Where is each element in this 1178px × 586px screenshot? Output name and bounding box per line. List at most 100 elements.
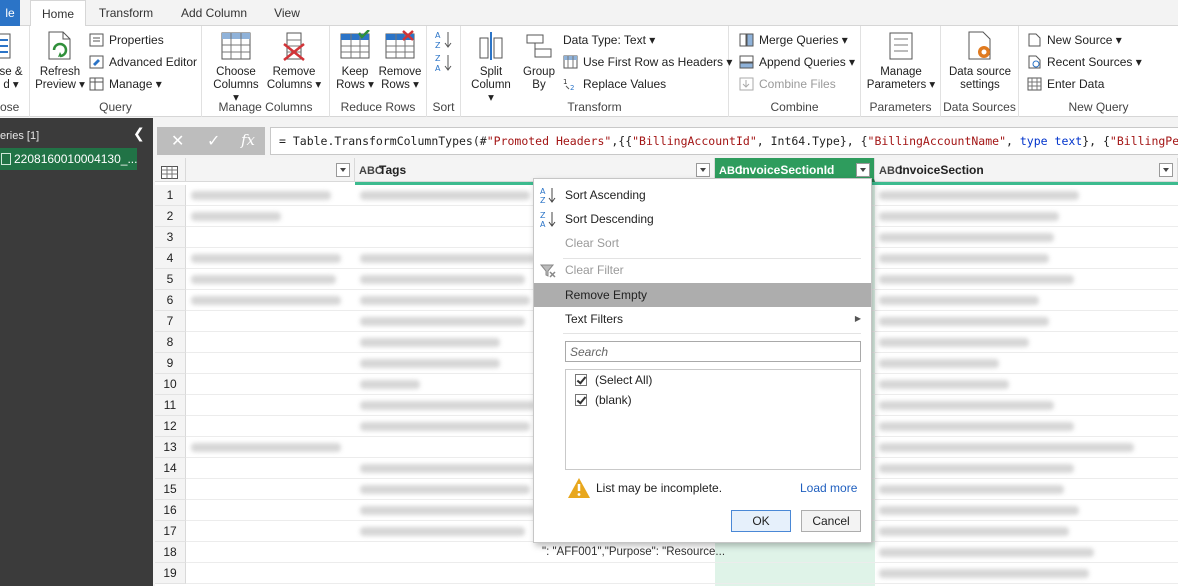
query-list-item[interactable]: 2208160010004130_... [0, 148, 137, 170]
row-number[interactable]: 15 [155, 479, 186, 500]
formula-input[interactable]: = Table.TransformColumnTypes(#"Promoted … [270, 127, 1178, 155]
close-and-load-button[interactable]: se & d ▾ [0, 30, 26, 92]
use-first-row-as-headers-button[interactable]: Use First Row as Headers ▾ [563, 52, 732, 72]
append-queries-button[interactable]: Append Queries ▾ [739, 52, 855, 72]
row-number[interactable]: 8 [155, 332, 186, 353]
data-sources-group: Data source settings Data Sources [941, 26, 1019, 117]
redacted-cell-content [879, 464, 1074, 473]
svg-text:A: A [435, 64, 441, 73]
filter-dropdown-icon[interactable] [856, 163, 870, 177]
cancel-formula-icon[interactable]: ✕ [171, 131, 184, 151]
blank-value-checkbox[interactable]: (blank) [575, 391, 632, 409]
refresh-preview-button[interactable]: Refresh Preview ▾ [34, 30, 86, 92]
filter-dropdown-icon[interactable] [696, 163, 710, 177]
row-number[interactable]: 9 [155, 353, 186, 374]
row-number[interactable]: 14 [155, 458, 186, 479]
collapse-pane-icon[interactable]: ❮ [133, 125, 145, 142]
svg-text:A: A [435, 31, 441, 40]
commit-formula-icon[interactable]: ✓ [207, 131, 220, 151]
recent-sources-button[interactable]: Recent Sources ▾ [1027, 52, 1142, 72]
close-group-label: ose [0, 100, 20, 114]
fx-icon[interactable]: fx [241, 131, 255, 149]
ribbon: se & d ▾ ose Refresh Preview ▾ Propertie… [0, 26, 1178, 117]
row-number[interactable]: 2 [155, 206, 186, 227]
tab-view[interactable]: View [266, 0, 308, 26]
ok-button[interactable]: OK [731, 510, 791, 532]
merge-queries-button[interactable]: Merge Queries ▾ [739, 30, 848, 50]
split-column-label-1: Split [479, 66, 503, 78]
append-queries-label: Append Queries ▾ [759, 55, 856, 69]
select-all-checkbox[interactable]: (Select All) [575, 371, 652, 389]
redacted-cell-content [879, 191, 1079, 200]
row-number[interactable]: 7 [155, 311, 186, 332]
column-header-previous[interactable] [186, 158, 355, 182]
row-number[interactable]: 1 [155, 185, 186, 206]
clear-sort-menu-item[interactable]: Clear Sort [534, 231, 871, 255]
group-by-button[interactable]: Group By [519, 30, 559, 92]
row-number[interactable]: 19 [155, 563, 186, 584]
split-column-button[interactable]: Split Column ▾ [467, 30, 515, 105]
properties-button[interactable]: Properties [89, 30, 164, 50]
redacted-cell-content [191, 443, 341, 452]
redacted-cell-content [879, 317, 1049, 326]
checkbox-checked-icon [575, 394, 587, 406]
choose-columns-button[interactable]: Choose Columns ▾ [210, 30, 262, 105]
tags-cell-row-18[interactable]: ": "AFF001","Purpose": "Resource... [542, 546, 725, 558]
data-type-dropdown[interactable]: Data Type: Text ▾ [563, 30, 655, 50]
remove-columns-button[interactable]: Remove Columns ▾ [266, 30, 322, 92]
row-number[interactable]: 3 [155, 227, 186, 248]
row-number[interactable]: 5 [155, 269, 186, 290]
text-filters-menu-item[interactable]: Text Filters ▶ [534, 307, 871, 331]
remove-columns-label-2: Columns ▾ [266, 79, 322, 91]
row-number[interactable]: 17 [155, 521, 186, 542]
redacted-cell-content [879, 359, 999, 368]
row-number[interactable]: 4 [155, 248, 186, 269]
tab-home[interactable]: Home [30, 0, 86, 27]
new-source-button[interactable]: New Source ▾ [1027, 30, 1122, 50]
filter-search-input[interactable] [565, 341, 861, 362]
clear-filter-menu-item[interactable]: Clear Filter [534, 258, 871, 282]
reduce-rows-group-label: Reduce Rows [340, 100, 416, 114]
row-number[interactable]: 13 [155, 437, 186, 458]
sort-ascending-icon[interactable]: AZ [435, 30, 453, 50]
tab-transform[interactable]: Transform [90, 0, 162, 26]
replace-values-icon: 12 [563, 77, 578, 92]
sort-descending-icon[interactable]: ZA [435, 53, 453, 73]
replace-values-button[interactable]: 12 Replace Values [563, 74, 666, 94]
remove-rows-button[interactable]: Remove Rows ▾ [376, 30, 424, 92]
table-menu-header[interactable] [155, 158, 186, 182]
manage-button[interactable]: Manage ▾ [89, 74, 162, 94]
row-number[interactable]: 18 [155, 542, 186, 563]
recent-sources-label: Recent Sources ▾ [1047, 55, 1142, 69]
enter-data-button[interactable]: Enter Data [1027, 74, 1104, 94]
row-number[interactable]: 6 [155, 290, 186, 311]
replace-values-label: Replace Values [583, 77, 667, 91]
row-number[interactable]: 10 [155, 374, 186, 395]
tab-add-column[interactable]: Add Column [172, 0, 256, 26]
filter-dropdown-icon[interactable] [336, 163, 350, 177]
row-number[interactable]: 16 [155, 500, 186, 521]
reduce-rows-group: Keep Rows ▾ Remove Rows ▾ Reduce Rows [330, 26, 427, 117]
choose-columns-icon [220, 30, 252, 62]
merge-queries-icon [739, 33, 754, 47]
merge-queries-label: Merge Queries ▾ [759, 33, 848, 47]
column-header-invoicesection[interactable]: ABC InvoiceSection [875, 158, 1178, 182]
tab-file[interactable]: le [0, 0, 20, 26]
cancel-button[interactable]: Cancel [801, 510, 861, 532]
row-number[interactable]: 12 [155, 416, 186, 437]
redacted-cell-content [360, 275, 525, 284]
filter-dropdown-icon[interactable] [1159, 163, 1173, 177]
row-number[interactable]: 11 [155, 395, 186, 416]
advanced-editor-button[interactable]: Advanced Editor [89, 52, 197, 72]
sort-ascending-menu-item[interactable]: AZ Sort Ascending [534, 183, 871, 207]
data-source-settings-button[interactable]: Data source settings [943, 30, 1017, 92]
formula-string: "BillingPeriodSta [1109, 134, 1178, 148]
group-by-icon [523, 30, 555, 62]
load-more-link[interactable]: Load more [800, 481, 857, 495]
manage-parameters-button[interactable]: Manage Parameters ▾ [865, 30, 937, 92]
keep-rows-button[interactable]: Keep Rows ▾ [334, 29, 376, 92]
remove-empty-menu-item[interactable]: Remove Empty [534, 283, 871, 307]
manage-parameters-icon [885, 30, 917, 62]
combine-files-button[interactable]: Combine Files [739, 74, 836, 94]
sort-descending-menu-item[interactable]: ZA Sort Descending [534, 207, 871, 231]
